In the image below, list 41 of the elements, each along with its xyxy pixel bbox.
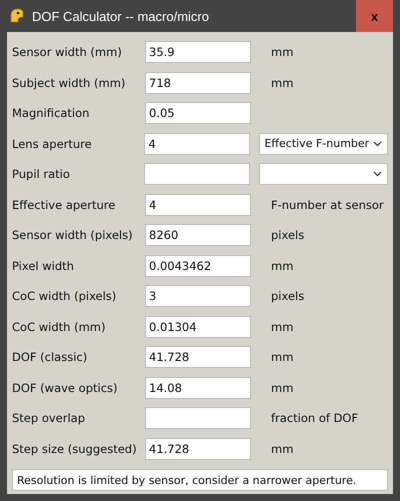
input-field[interactable]: 4 [145, 194, 251, 216]
input-field[interactable]: 8260 [145, 224, 251, 246]
unit-label: mm [271, 442, 294, 456]
field-label: CoC width (mm) [12, 320, 106, 334]
unit-label: mm [271, 320, 294, 334]
input-field[interactable]: 0.05 [145, 102, 251, 124]
field-label: Step overlap [12, 411, 86, 426]
field-label: Step size (suggested) [12, 442, 138, 456]
unit-label: F-number at sensor [271, 198, 384, 212]
field-label: Lens aperture [12, 136, 93, 151]
field-label: CoC width (pixels) [12, 289, 118, 304]
field-label: Pixel width [12, 258, 75, 273]
window-title: DOF Calculator -- macro/micro [32, 8, 209, 24]
input-field[interactable]: 14.08 [145, 376, 251, 399]
unit-label: mm [271, 380, 294, 395]
field-label: Sensor width (pixels) [12, 228, 134, 242]
dropdown[interactable]: Effective F-number [259, 132, 388, 155]
input-field[interactable]: 3 [145, 285, 251, 308]
unit-label: mm [271, 45, 294, 60]
field-label: Sensor width (mm) [12, 45, 123, 60]
unit-label: pixels [271, 228, 304, 242]
field-label: DOF (wave optics) [12, 380, 118, 395]
unit-label: pixels [271, 289, 304, 304]
unit-label: mm [271, 258, 294, 273]
input-field[interactable]: 4 [144, 132, 250, 155]
unit-label: fraction of DOF [271, 411, 358, 426]
input-field[interactable]: 41.728 [145, 346, 251, 368]
field-label: Effective aperture [12, 198, 116, 212]
unit-label: mm [271, 76, 294, 90]
close-button[interactable]: x [356, 0, 393, 32]
input-field[interactable]: 35.9 [145, 41, 251, 64]
field-label: Magnification [12, 106, 90, 120]
status-message: Resolution is limited by sensor, consider a narrower aperture. [12, 469, 388, 491]
unit-label: mm [271, 350, 294, 364]
field-label: DOF (classic) [12, 350, 88, 364]
input-field[interactable]: 0.01304 [145, 316, 251, 338]
input-field[interactable]: 718 [145, 72, 251, 94]
field-label: Pupil ratio [12, 167, 71, 182]
input-field[interactable]: 41.728 [145, 438, 251, 460]
input-field[interactable]: 0.0043462 [145, 254, 251, 277]
field-label: Subject width (mm) [12, 76, 126, 90]
